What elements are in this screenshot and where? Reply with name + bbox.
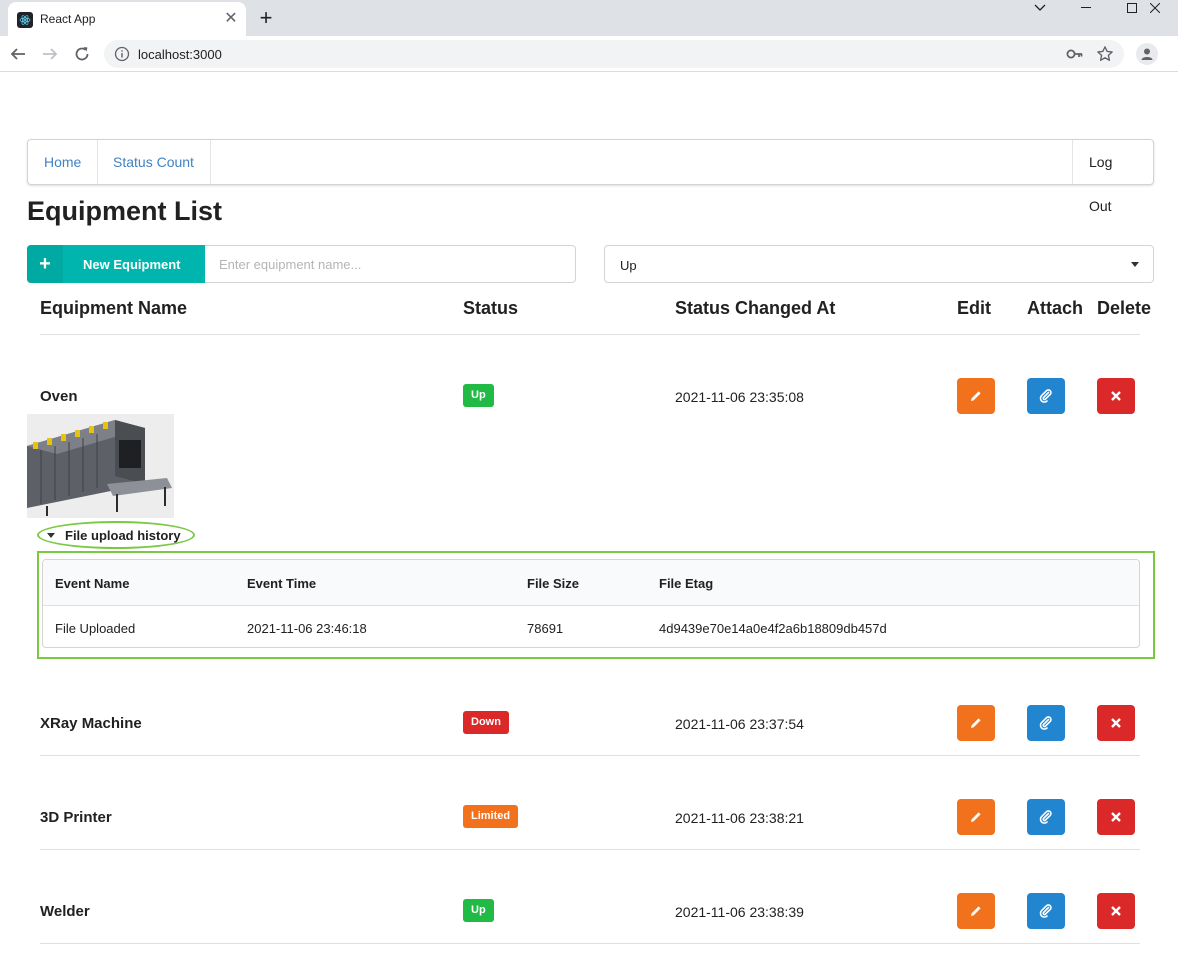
url-text: localhost:3000 — [138, 47, 222, 62]
equipment-name: XRay Machine — [40, 715, 142, 732]
new-equipment-label: New Equipment — [83, 257, 181, 272]
minimize-icon[interactable] — [1063, 0, 1109, 16]
close-icon — [1111, 718, 1121, 728]
chevron-down-icon[interactable] — [1017, 0, 1063, 16]
column-header-changed-at: Status Changed At — [675, 298, 836, 318]
column-header-status: Status — [463, 298, 519, 318]
paperclip-icon — [1039, 716, 1052, 730]
status-badge: Limited — [463, 805, 519, 828]
history-toggle-label: File upload history — [65, 528, 181, 543]
file-upload-history-panel: Event Name Event Time File Size File Eta… — [37, 551, 1155, 659]
column-header-delete: Delete — [1097, 298, 1152, 318]
edit-button[interactable] — [957, 378, 995, 414]
pencil-icon — [971, 906, 981, 916]
close-icon — [1111, 812, 1121, 822]
back-arrow-icon[interactable] — [6, 42, 30, 66]
history-header-event-time: Event Time — [247, 576, 317, 591]
status-changed-at: 2021-11-06 23:38:39 — [675, 904, 804, 920]
new-tab-icon[interactable]: + — [254, 4, 278, 32]
forward-arrow-icon[interactable] — [38, 42, 62, 66]
equipment-name: 3D Printer — [40, 809, 112, 826]
info-icon[interactable] — [114, 46, 130, 62]
attach-button[interactable] — [1027, 705, 1065, 741]
paperclip-icon — [1039, 389, 1052, 403]
status-changed-at: 2021-11-06 23:35:08 — [675, 389, 804, 405]
file-upload-history-toggle[interactable]: File upload history — [37, 521, 195, 549]
row-divider — [40, 943, 1140, 944]
caret-down-icon — [47, 533, 55, 538]
pencil-icon — [971, 391, 981, 401]
edit-button[interactable] — [957, 705, 995, 741]
browser-tab[interactable]: React App ✕ — [8, 2, 246, 36]
equipment-name: Welder — [40, 903, 90, 920]
plus-icon: + — [27, 245, 63, 283]
equipment-image — [27, 414, 174, 518]
status-badge: Up — [463, 384, 494, 407]
equipment-name-input[interactable] — [205, 245, 576, 283]
delete-button[interactable] — [1097, 893, 1135, 929]
history-header-file-etag: File Etag — [659, 576, 714, 591]
status-filter-value: Up — [620, 258, 637, 273]
close-icon — [1111, 906, 1121, 916]
top-menu: Home Status Count Log Out — [27, 139, 1154, 214]
logout-button[interactable]: Log Out — [1072, 140, 1153, 214]
history-file-size: 78691 — [527, 621, 564, 636]
pencil-icon — [971, 718, 981, 728]
status-changed-at: 2021-11-06 23:38:21 — [675, 810, 804, 826]
status-filter-dropdown[interactable]: Up — [604, 245, 1154, 283]
close-icon — [1111, 391, 1121, 401]
pencil-icon — [971, 812, 981, 822]
history-file-etag: 4d9439e70e14a0e4f2a6b18809db457d — [659, 621, 887, 636]
attach-button[interactable] — [1027, 893, 1065, 929]
history-event-name: File Uploaded — [55, 621, 136, 636]
column-header-attach: Attach — [1027, 298, 1084, 318]
row-divider — [40, 755, 1140, 756]
react-logo-icon — [17, 12, 33, 28]
browser-toolbar: localhost:3000 — [0, 36, 1178, 72]
star-icon[interactable] — [1096, 45, 1114, 63]
dropdown-caret-icon — [1131, 262, 1139, 267]
profile-avatar-icon[interactable] — [1136, 43, 1158, 65]
attach-button[interactable] — [1027, 378, 1065, 414]
attach-button[interactable] — [1027, 799, 1065, 835]
paperclip-icon — [1039, 904, 1052, 918]
header-divider — [40, 334, 1140, 335]
history-table-header: Event Name Event Time File Size File Eta… — [43, 560, 1139, 606]
browser-tabstrip: React App ✕ + — [0, 0, 1178, 36]
paperclip-icon — [1039, 810, 1052, 824]
history-event-time: 2021-11-06 23:46:18 — [247, 621, 367, 636]
menu-item-home[interactable]: Home — [28, 140, 99, 184]
reload-icon[interactable] — [70, 42, 94, 66]
history-header-event-name: Event Name — [55, 576, 130, 591]
status-changed-at: 2021-11-06 23:37:54 — [675, 716, 804, 732]
tab-title: React App — [40, 12, 96, 26]
row-divider — [40, 849, 1140, 850]
address-bar[interactable]: localhost:3000 — [104, 40, 1124, 68]
menu-item-status-count[interactable]: Status Count — [97, 140, 211, 184]
edit-button[interactable] — [957, 893, 995, 929]
new-equipment-button[interactable]: + New Equipment — [27, 245, 205, 283]
delete-button[interactable] — [1097, 378, 1135, 414]
page-title: Equipment List — [27, 196, 222, 226]
history-header-file-size: File Size — [527, 576, 580, 591]
delete-button[interactable] — [1097, 799, 1135, 835]
status-badge: Down — [463, 711, 509, 734]
column-header-name: Equipment Name — [40, 298, 188, 318]
status-badge: Up — [463, 899, 494, 922]
tab-close-icon[interactable]: ✕ — [222, 10, 240, 28]
window-close-icon[interactable] — [1132, 0, 1178, 16]
edit-button[interactable] — [957, 799, 995, 835]
equipment-name: Oven — [40, 388, 78, 405]
history-table: Event Name Event Time File Size File Eta… — [42, 559, 1140, 648]
delete-button[interactable] — [1097, 705, 1135, 741]
key-icon[interactable] — [1066, 46, 1084, 62]
column-header-edit: Edit — [957, 298, 991, 318]
